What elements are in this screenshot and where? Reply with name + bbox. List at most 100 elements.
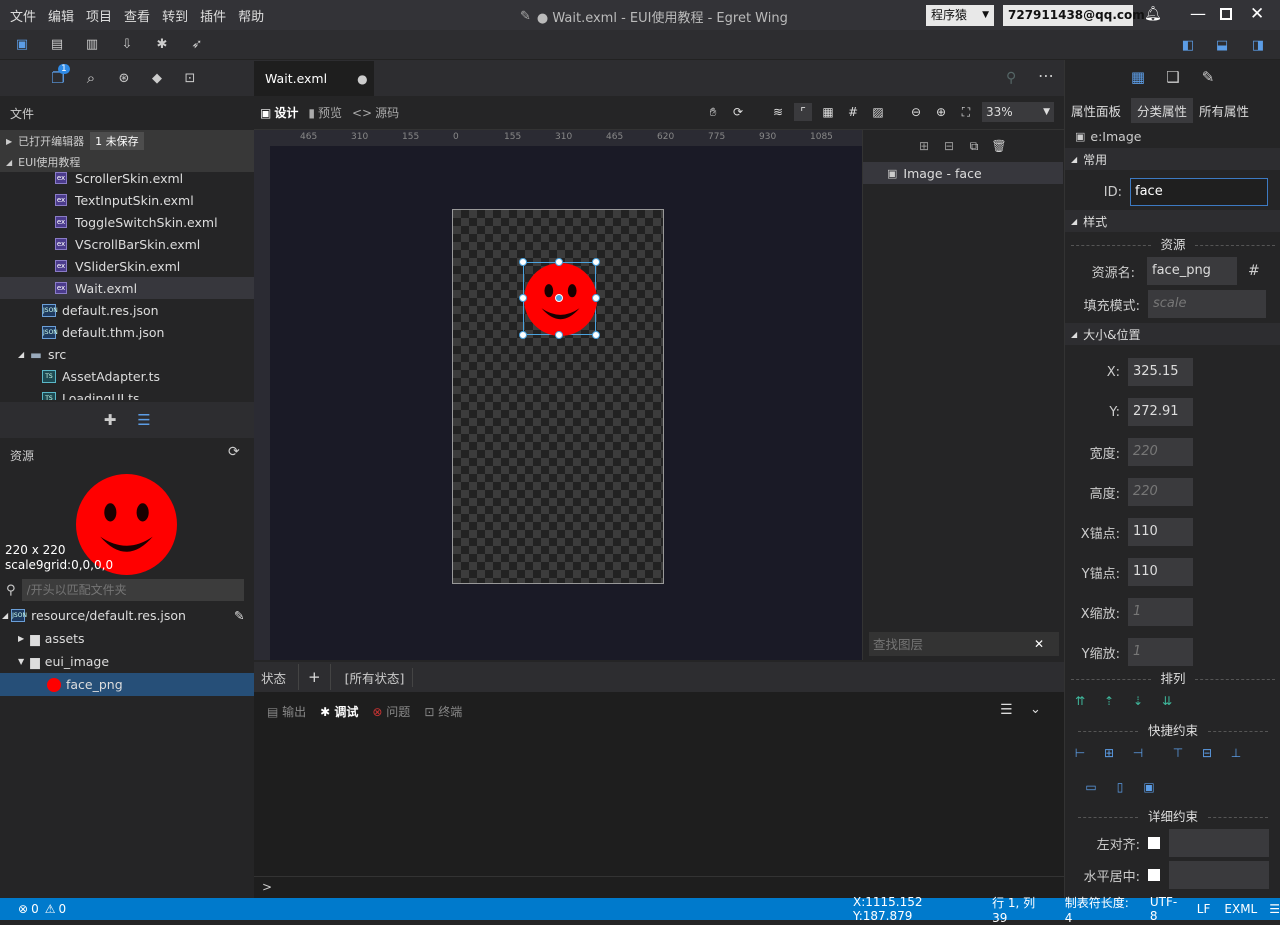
extensions-icon[interactable]: ⊡ xyxy=(180,68,200,88)
section-common[interactable]: ◢ 常用 xyxy=(1065,148,1280,170)
anchor-y-input[interactable]: 110 xyxy=(1128,558,1193,586)
tab-source[interactable]: <> 源码 xyxy=(352,104,399,121)
align-vcenter-icon[interactable]: ⊟ xyxy=(1198,744,1216,762)
resize-handle-bc[interactable] xyxy=(555,331,563,339)
bottom-panel-toggle-icon[interactable]: ⬓ xyxy=(1212,35,1232,55)
zoom-select[interactable]: 33% ▼ xyxy=(982,102,1054,122)
scale-y-input[interactable]: 1 xyxy=(1128,638,1193,666)
menu-plugins[interactable]: 插件 xyxy=(194,6,232,25)
layers-icon[interactable]: ≋ xyxy=(769,103,787,121)
fill-width-icon[interactable]: ▭ xyxy=(1082,778,1100,796)
x-input[interactable]: 325.15 xyxy=(1128,358,1193,386)
bell-icon[interactable]: 🔔︎ xyxy=(1144,6,1162,22)
properties-icon[interactable]: ▦ xyxy=(1129,68,1147,86)
menu-edit[interactable]: 编辑 xyxy=(42,6,80,25)
menu-goto[interactable]: 转到 xyxy=(156,6,194,25)
fill-mode-input[interactable]: scale xyxy=(1148,290,1266,318)
image-toggle-icon[interactable]: ▨ xyxy=(869,103,887,121)
fill-height-icon[interactable]: ▯ xyxy=(1111,778,1129,796)
rocket-icon[interactable]: ➶ xyxy=(187,35,207,55)
layer-search-input[interactable] xyxy=(869,633,1034,655)
res-item-face-png[interactable]: face_png xyxy=(0,673,254,696)
tab-problems[interactable]: ⊗ 问题 xyxy=(372,703,410,720)
tab-debug[interactable]: ✱ 调试 xyxy=(320,703,358,720)
puzzle-icon[interactable]: ✚ xyxy=(100,410,120,430)
tree-item-assetadapter[interactable]: TS AssetAdapter.ts xyxy=(0,365,254,387)
save-icon[interactable]: ▤ xyxy=(47,35,67,55)
tab-terminal[interactable]: ⊡ 终端 xyxy=(424,703,462,720)
zoom-out-icon[interactable]: ⊖ xyxy=(907,103,925,121)
height-input[interactable]: 220 xyxy=(1128,478,1193,506)
save-all-icon[interactable]: ▥ xyxy=(82,35,102,55)
find-in-editor-icon[interactable]: ⚲ xyxy=(1006,70,1016,86)
bring-to-front-icon[interactable]: ⇈ xyxy=(1071,692,1089,710)
ungroup-icon[interactable]: ⊟ xyxy=(940,137,958,155)
clear-output-icon[interactable]: ☰ xyxy=(1000,702,1013,718)
tab-wait-exml[interactable]: Wait.exml ● xyxy=(254,60,374,96)
tree-item-default-res[interactable]: JSON default.res.json xyxy=(0,299,254,321)
resize-handle-bl[interactable] xyxy=(519,331,527,339)
copy-icon[interactable]: ⧉ xyxy=(965,137,983,155)
menu-project[interactable]: 项目 xyxy=(80,6,118,25)
section-style[interactable]: ◢ 样式 xyxy=(1065,210,1280,232)
restore-button[interactable] xyxy=(1220,8,1232,20)
resize-handle-ml[interactable] xyxy=(519,294,527,302)
new-project-icon[interactable]: ▣ xyxy=(12,35,32,55)
tab-preview[interactable]: ▮ 预览 xyxy=(308,104,342,121)
brush-icon[interactable]: ✎ xyxy=(1199,68,1217,86)
tree-item-vsliderskin[interactable]: ex VSliderSkin.exml xyxy=(0,255,254,277)
width-input[interactable]: 220 xyxy=(1128,438,1193,466)
layer-item[interactable]: ▣ Image - face xyxy=(863,162,1063,184)
grid-icon[interactable]: ▦ xyxy=(819,103,837,121)
menu-help[interactable]: 帮助 xyxy=(232,6,270,25)
resize-handle-br[interactable] xyxy=(592,331,600,339)
tree-item-vscrollbarskin[interactable]: ex VScrollBarSkin.exml xyxy=(0,233,254,255)
chevron-down-icon[interactable]: ⌄ xyxy=(1030,702,1041,717)
resource-name-input[interactable]: face_png xyxy=(1147,257,1237,285)
all-states-tab[interactable]: [所有状态] xyxy=(345,667,414,687)
publish-icon[interactable]: ⇩ xyxy=(117,35,137,55)
right-panel-toggle-icon[interactable]: ◨ xyxy=(1248,35,1268,55)
tree-item-default-thm[interactable]: JSON default.thm.json xyxy=(0,321,254,343)
trash-icon[interactable]: 🗑︎ xyxy=(990,137,1008,155)
align-right-icon[interactable]: ⊣ xyxy=(1129,744,1147,762)
align-hcenter-icon[interactable]: ⊞ xyxy=(1100,744,1118,762)
group-icon[interactable]: ⊞ xyxy=(915,137,933,155)
minimize-button[interactable]: — xyxy=(1190,4,1206,23)
tree-item-scrollerskin[interactable]: ex ScrollerSkin.exml xyxy=(0,168,254,189)
hcenter-checkbox[interactable] xyxy=(1148,869,1160,881)
res-folder-eui-image[interactable]: ▼ ▆ eui_image xyxy=(0,650,254,673)
anchor-x-input[interactable]: 110 xyxy=(1128,518,1193,546)
ruler-toggle-icon[interactable]: ⌜ xyxy=(794,103,812,121)
zoom-in-icon[interactable]: ⊕ xyxy=(932,103,950,121)
send-backward-icon[interactable]: ⇣ xyxy=(1129,692,1147,710)
more-icon[interactable]: ⋯ xyxy=(1038,66,1054,85)
tree-item-textinputskin[interactable]: ex TextInputSkin.exml xyxy=(0,189,254,211)
fill-both-icon[interactable]: ▣ xyxy=(1140,778,1158,796)
menu-file[interactable]: 文件 xyxy=(4,6,42,25)
git-icon[interactable]: ◆ xyxy=(147,68,167,88)
opened-editors-section[interactable]: ▶ 已打开编辑器 1 未保存 xyxy=(0,130,254,152)
resize-handle-tl[interactable] xyxy=(519,258,527,266)
user-dropdown[interactable]: 程序猿 ▼ xyxy=(926,5,994,26)
send-to-back-icon[interactable]: ⇊ xyxy=(1158,692,1176,710)
close-button[interactable]: ✕ xyxy=(1250,4,1264,24)
account-email[interactable]: 727911438@qq.com xyxy=(1003,5,1145,26)
tree-item-src[interactable]: ◢ ▬ src xyxy=(0,343,254,365)
section-size-position[interactable]: ◢ 大小&位置 xyxy=(1065,323,1280,345)
tree-item-toggleswitchskin[interactable]: ex ToggleSwitchSkin.exml xyxy=(0,211,254,233)
menu-view[interactable]: 查看 xyxy=(118,6,156,25)
line-ending[interactable]: LF xyxy=(1197,902,1211,916)
problems-indicator[interactable]: ⊗ 0 ⚠ 0 xyxy=(18,902,66,916)
unsaved-dot-icon[interactable]: ● xyxy=(357,72,367,86)
align-top-icon[interactable]: ⊤ xyxy=(1169,744,1187,762)
id-input[interactable]: face xyxy=(1130,178,1268,206)
resource-search-input[interactable] xyxy=(21,579,244,601)
hand-icon[interactable]: ✋︎ xyxy=(704,103,722,121)
nine-grid-icon[interactable]: # xyxy=(1248,263,1260,279)
pencil-icon[interactable]: ✎ xyxy=(234,608,244,623)
search-icon[interactable]: ⌕ xyxy=(81,68,101,88)
y-input[interactable]: 272.91 xyxy=(1128,398,1193,426)
align-left-icon[interactable]: ⊢ xyxy=(1071,744,1089,762)
refresh-canvas-icon[interactable]: ⟳ xyxy=(729,103,747,121)
